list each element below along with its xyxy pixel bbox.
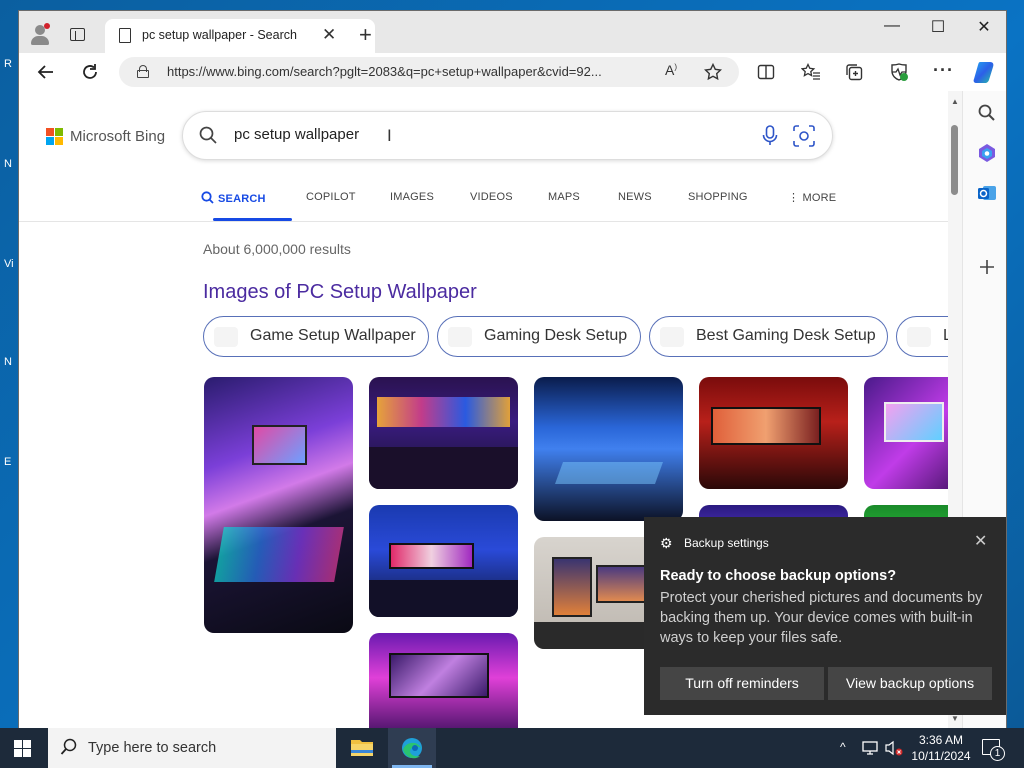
tab-copilot[interactable]: COPILOT bbox=[306, 191, 356, 203]
tab-close-icon[interactable]: ✕ bbox=[322, 25, 336, 45]
image-thumbnail[interactable] bbox=[369, 377, 518, 489]
sidebar-outlook-icon[interactable] bbox=[977, 183, 997, 203]
collections-icon[interactable] bbox=[845, 63, 863, 81]
network-icon[interactable] bbox=[862, 740, 878, 756]
search-icon bbox=[201, 191, 214, 204]
folder-icon bbox=[351, 740, 373, 756]
edge-icon bbox=[402, 738, 422, 759]
view-backup-options-button[interactable]: View backup options bbox=[828, 667, 992, 700]
new-tab-button[interactable]: + bbox=[359, 22, 372, 48]
notification-count-badge: 1 bbox=[990, 746, 1005, 761]
tab-title: pc setup wallpaper - Search bbox=[142, 28, 297, 42]
images-heading-link[interactable]: Images of PC Setup Wallpaper bbox=[203, 281, 477, 304]
profile-alert-dot bbox=[44, 23, 50, 29]
results-count: About 6,000,000 results bbox=[203, 241, 351, 257]
desktop-icon-label[interactable]: E bbox=[4, 456, 11, 468]
tab-search[interactable]: SEARCH bbox=[201, 191, 266, 205]
notification-close-icon[interactable]: ✕ bbox=[974, 531, 987, 551]
clock-time: 3:36 AM bbox=[918, 733, 964, 747]
copilot-icon[interactable] bbox=[972, 59, 998, 85]
show-hidden-icons-icon[interactable]: ^ bbox=[840, 740, 846, 754]
page-icon bbox=[119, 28, 131, 43]
search-icon[interactable] bbox=[199, 126, 217, 144]
image-thumbnail[interactable] bbox=[369, 505, 518, 617]
read-aloud-label: A bbox=[665, 62, 675, 78]
file-explorer-taskbar-button[interactable] bbox=[338, 728, 386, 768]
image-thumbnail[interactable] bbox=[204, 377, 353, 633]
related-search-pill[interactable]: Best Gaming Desk Setup bbox=[649, 316, 888, 357]
tab-maps[interactable]: MAPS bbox=[548, 191, 580, 203]
desktop-icon-label[interactable]: Vi bbox=[4, 258, 14, 270]
taskbar: Type here to search ^ 3:36 AM 10/11/2024… bbox=[0, 728, 1024, 768]
favorite-star-icon[interactable] bbox=[704, 63, 722, 81]
read-aloud-icon[interactable]: A) bbox=[665, 62, 677, 78]
back-arrow-icon[interactable] bbox=[37, 63, 55, 81]
browser-tab[interactable]: pc setup wallpaper - Search ✕ bbox=[105, 19, 375, 53]
favorites-icon[interactable] bbox=[801, 63, 821, 81]
browser-essentials-icon[interactable] bbox=[889, 62, 909, 82]
search-box[interactable]: pc setup wallpaper I bbox=[182, 111, 833, 160]
tab-more[interactable]: ⋮ MORE bbox=[788, 191, 836, 204]
sidebar-search-icon[interactable] bbox=[977, 103, 997, 123]
url-text[interactable]: https://www.bing.com/search?pglt=2083&q=… bbox=[167, 64, 602, 79]
profile-icon[interactable] bbox=[29, 23, 51, 45]
scroll-down-arrow-icon[interactable]: ▼ bbox=[951, 714, 959, 723]
close-window-button[interactable]: ✕ bbox=[961, 17, 1006, 37]
nav-divider bbox=[19, 221, 948, 222]
tab-shopping[interactable]: SHOPPING bbox=[688, 191, 748, 203]
visual-search-icon[interactable] bbox=[793, 125, 815, 147]
volume-muted-icon[interactable] bbox=[884, 740, 904, 756]
refresh-icon[interactable] bbox=[81, 63, 99, 81]
backup-notification[interactable]: ⚙ Backup settings ✕ Ready to choose back… bbox=[644, 517, 1006, 715]
text-cursor-icon: I bbox=[387, 126, 392, 145]
edge-taskbar-button[interactable] bbox=[388, 728, 436, 768]
tab-actions-icon[interactable] bbox=[70, 28, 85, 41]
bing-logo-text: Microsoft Bing bbox=[70, 128, 166, 145]
image-thumbnail[interactable] bbox=[534, 377, 683, 521]
desktop-icon-label[interactable]: N bbox=[4, 158, 12, 170]
tab-videos[interactable]: VIDEOS bbox=[470, 191, 513, 203]
desktop-icon-label[interactable]: N bbox=[4, 356, 12, 368]
notification-app-name: Backup settings bbox=[684, 536, 769, 550]
desktop-icon-label[interactable]: R bbox=[4, 58, 12, 70]
scroll-up-arrow-icon[interactable]: ▲ bbox=[951, 97, 959, 106]
system-clock[interactable]: 3:36 AM 10/11/2024 bbox=[905, 732, 977, 764]
title-bar: pc setup wallpaper - Search ✕ + — ☐ ✕ bbox=[19, 11, 1006, 53]
maximize-button[interactable]: ☐ bbox=[915, 17, 961, 37]
image-thumbnail[interactable] bbox=[369, 633, 518, 729]
search-icon bbox=[60, 738, 77, 755]
lock-icon[interactable] bbox=[137, 65, 149, 78]
turn-off-reminders-button[interactable]: Turn off reminders bbox=[660, 667, 824, 700]
related-search-pill[interactable]: Gaming Desk Setup bbox=[437, 316, 641, 357]
gear-icon: ⚙ bbox=[660, 535, 673, 551]
search-nav-tabs: SEARCH COPILOT IMAGES VIDEOS MAPS NEWS S… bbox=[194, 191, 948, 221]
tab-images[interactable]: IMAGES bbox=[390, 191, 434, 203]
related-search-pill[interactable]: Game Setup Wallpaper bbox=[203, 316, 429, 357]
notification-title: Ready to choose backup options? bbox=[660, 568, 897, 584]
more-options-icon[interactable]: ··· bbox=[933, 60, 954, 81]
taskbar-search-placeholder[interactable]: Type here to search bbox=[88, 740, 216, 756]
minimize-button[interactable]: — bbox=[869, 17, 915, 35]
sidebar-copilot-icon[interactable] bbox=[977, 143, 997, 163]
image-thumbnail[interactable] bbox=[864, 377, 948, 489]
microphone-icon[interactable] bbox=[761, 125, 779, 147]
microsoft-logo-icon bbox=[46, 128, 64, 146]
tab-news[interactable]: NEWS bbox=[618, 191, 652, 203]
related-search-pill[interactable]: L bbox=[896, 316, 948, 357]
search-input[interactable]: pc setup wallpaper bbox=[234, 126, 359, 143]
scrollbar-thumb[interactable] bbox=[951, 125, 958, 195]
address-toolbar: https://www.bing.com/search?pglt=2083&q=… bbox=[19, 53, 1006, 91]
windows-start-icon[interactable] bbox=[14, 740, 32, 758]
split-screen-icon[interactable] bbox=[757, 63, 775, 81]
clock-date: 10/11/2024 bbox=[911, 749, 971, 763]
notification-body: Protect your cherished pictures and docu… bbox=[660, 590, 983, 646]
image-thumbnail[interactable] bbox=[699, 377, 848, 489]
taskbar-search-box[interactable]: Type here to search bbox=[48, 728, 336, 768]
tab-label: SEARCH bbox=[218, 193, 266, 205]
address-bar[interactable]: https://www.bing.com/search?pglt=2083&q=… bbox=[119, 57, 739, 87]
sidebar-add-icon[interactable] bbox=[977, 257, 997, 277]
